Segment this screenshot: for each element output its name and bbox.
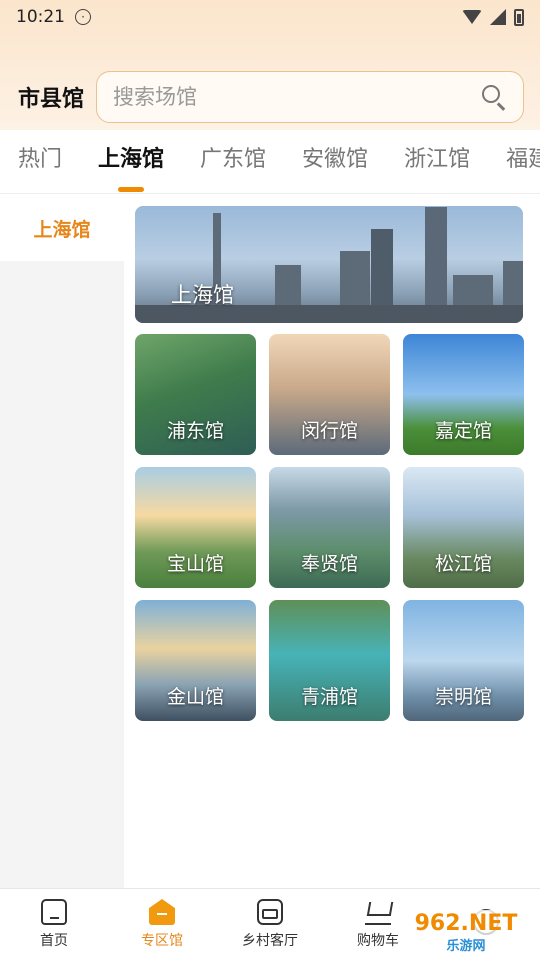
zone-icon (149, 899, 175, 925)
watermark-line2: 乐游网 (446, 938, 486, 954)
banner-label: 上海馆 (171, 283, 234, 307)
banner-shanghai[interactable]: 上海馆 (135, 206, 523, 323)
venue-label: 青浦馆 (300, 686, 358, 708)
sidebar-item-shanghai[interactable]: 上海馆 (0, 195, 124, 261)
search-icon[interactable] (481, 84, 507, 111)
nav-label: 首页 (40, 933, 68, 949)
battery-icon (514, 8, 524, 26)
venue-tile-minhang[interactable]: 闵行馆 (269, 334, 390, 455)
shield-icon: · (75, 9, 91, 25)
bottom-nav: 首页 专区馆 乡村客厅 购物车 962.NET 乐游网 (0, 888, 540, 960)
page-title: 市县馆 (18, 87, 85, 112)
header: 市县馆 (0, 70, 540, 124)
venue-tile-songjiang[interactable]: 松江馆 (403, 467, 524, 588)
cart-icon (365, 899, 391, 925)
venue-tile-pudong[interactable]: 浦东馆 (135, 334, 256, 455)
venue-grid: 浦东馆 闵行馆 嘉定馆 宝山馆 奉贤馆 松江馆 金山馆 青浦馆 崇明馆 (135, 334, 524, 721)
nav-zone[interactable]: 专区馆 (108, 889, 216, 960)
nav-label: 专区馆 (141, 933, 183, 949)
search-box[interactable] (96, 71, 524, 123)
search-input[interactable] (113, 85, 481, 109)
venue-label: 松江馆 (434, 553, 492, 575)
tab-guangdong[interactable]: 广东馆 (182, 130, 284, 193)
venue-label: 奉贤馆 (300, 553, 358, 575)
venue-tile-fengxian[interactable]: 奉贤馆 (269, 467, 390, 588)
tab-hot[interactable]: 热门 (0, 130, 80, 193)
venue-label: 宝山馆 (166, 553, 224, 575)
home-icon (41, 899, 67, 925)
province-tabs: 热门 上海馆 广东馆 安徽馆 浙江馆 福建 (0, 130, 540, 194)
watermark-logo: 962.NET 乐游网 (398, 910, 534, 956)
venue-label: 闵行馆 (300, 420, 358, 442)
nav-home[interactable]: 首页 (0, 889, 108, 960)
tab-zhejiang[interactable]: 浙江馆 (386, 130, 488, 193)
status-time: 10:21 (16, 7, 65, 27)
venue-label: 浦东馆 (166, 420, 224, 442)
nav-label: 购物车 (357, 933, 399, 949)
signal-icon (490, 9, 506, 25)
tab-shanghai[interactable]: 上海馆 (80, 130, 182, 193)
venue-tile-jiading[interactable]: 嘉定馆 (403, 334, 524, 455)
sidebar: 上海馆 (0, 195, 124, 888)
sofa-icon (257, 899, 283, 925)
tab-fujian[interactable]: 福建 (488, 130, 540, 193)
wifi-icon (462, 10, 482, 24)
venue-tile-qingpu[interactable]: 青浦馆 (269, 600, 390, 721)
watermark-line1: 962.NET (414, 910, 518, 936)
venue-tile-chongming[interactable]: 崇明馆 (403, 600, 524, 721)
nav-village-lounge[interactable]: 乡村客厅 (216, 889, 324, 960)
nav-label: 乡村客厅 (242, 933, 298, 949)
venue-label: 金山馆 (166, 686, 224, 708)
venue-label: 嘉定馆 (434, 420, 492, 442)
venue-tile-baoshan[interactable]: 宝山馆 (135, 467, 256, 588)
status-icons (462, 8, 524, 26)
venue-content: 上海馆 浦东馆 闵行馆 嘉定馆 宝山馆 奉贤馆 松江馆 金山馆 青浦馆 崇明馆 (135, 206, 524, 721)
venue-tile-jinshan[interactable]: 金山馆 (135, 600, 256, 721)
tab-anhui[interactable]: 安徽馆 (284, 130, 386, 193)
status-bar: 10:21 · (0, 0, 540, 34)
venue-label: 崇明馆 (434, 686, 492, 708)
